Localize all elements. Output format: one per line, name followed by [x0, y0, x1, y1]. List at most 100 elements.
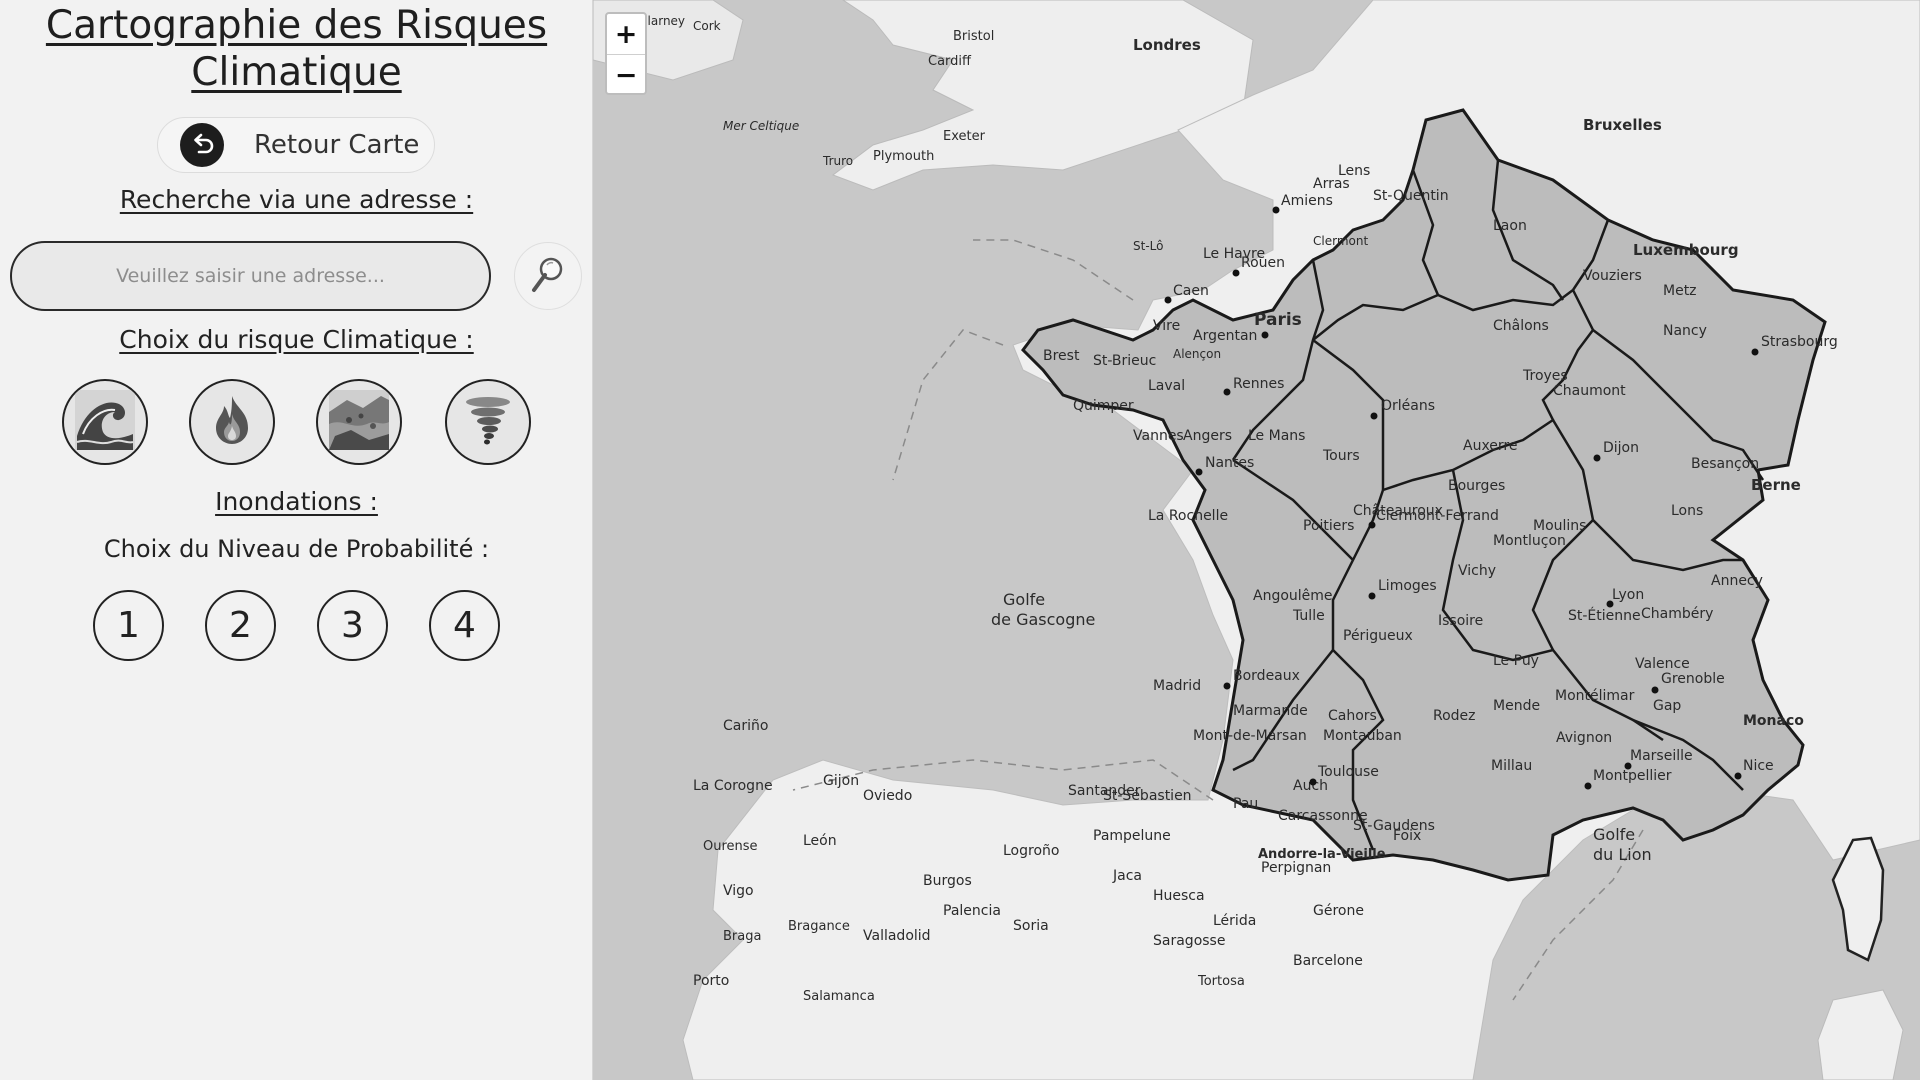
risk-flood-button[interactable] — [62, 379, 148, 465]
svg-text:Angoulême: Angoulême — [1253, 588, 1333, 604]
svg-text:Arras: Arras — [1313, 176, 1350, 192]
page-title-line2: Climatique — [191, 50, 402, 95]
probability-level-4-button[interactable]: 4 — [429, 590, 500, 661]
svg-text:Vigo: Vigo — [723, 883, 754, 899]
svg-text:Auxerre: Auxerre — [1463, 438, 1518, 454]
probability-level-2-button[interactable]: 2 — [205, 590, 276, 661]
svg-text:Besançon: Besançon — [1691, 456, 1759, 472]
svg-text:Le Mans: Le Mans — [1248, 428, 1305, 444]
address-search-input[interactable] — [10, 241, 491, 311]
svg-text:Bourges: Bourges — [1448, 478, 1505, 494]
svg-text:Nice: Nice — [1743, 758, 1774, 774]
map-canvas[interactable]: Paris Clermont-Ferrand Lyon Marseille To… — [593, 0, 1920, 1080]
back-to-map-label: Retour Carte — [254, 130, 420, 160]
sidebar: Cartographie des Risques Climatique Reto… — [0, 0, 593, 1080]
risk-storm-button[interactable] — [445, 379, 531, 465]
svg-text:Jaca: Jaca — [1112, 868, 1142, 884]
svg-text:Grenoble: Grenoble — [1661, 671, 1725, 687]
back-to-map-button[interactable]: Retour Carte — [157, 117, 435, 173]
svg-text:Le Havre: Le Havre — [1203, 246, 1265, 262]
return-arrow-icon — [180, 123, 224, 167]
wave-icon — [75, 390, 135, 454]
svg-text:Laval: Laval — [1148, 378, 1185, 394]
svg-text:Le Puy: Le Puy — [1493, 653, 1539, 669]
zoom-out-button[interactable]: − — [607, 55, 645, 95]
svg-text:Mont-de-Marsan: Mont-de-Marsan — [1193, 728, 1307, 744]
svg-text:Périgueux: Périgueux — [1343, 628, 1413, 644]
svg-text:St-Lô: St-Lô — [1133, 239, 1163, 253]
svg-text:Barcelone: Barcelone — [1293, 953, 1363, 969]
svg-text:St-Sébastien: St-Sébastien — [1103, 788, 1192, 804]
selected-risk-heading: Inondations : — [215, 487, 378, 516]
svg-text:Truro: Truro — [822, 154, 853, 168]
svg-text:Nantes: Nantes — [1205, 455, 1254, 471]
svg-text:Exeter: Exeter — [943, 129, 986, 144]
svg-text:St-Brieuc: St-Brieuc — [1093, 353, 1156, 369]
svg-text:Golfe: Golfe — [1593, 825, 1635, 844]
svg-text:Lons: Lons — [1671, 503, 1703, 519]
svg-text:St-Quentin: St-Quentin — [1373, 188, 1449, 204]
svg-text:Marseille: Marseille — [1630, 748, 1693, 764]
probability-level-1-button[interactable]: 1 — [93, 590, 164, 661]
probability-level-3-button[interactable]: 3 — [317, 590, 388, 661]
svg-text:Marmande: Marmande — [1233, 703, 1308, 719]
svg-text:Braga: Braga — [723, 929, 761, 944]
svg-text:Golfe: Golfe — [1003, 590, 1045, 609]
svg-text:Palencia: Palencia — [943, 903, 1001, 919]
page-title: Cartographie des Risques Climatique — [0, 2, 593, 96]
svg-text:Foix: Foix — [1393, 828, 1421, 844]
svg-text:Argentan: Argentan — [1193, 328, 1257, 344]
svg-text:Tours: Tours — [1322, 448, 1360, 464]
city-label-paris: Paris — [1254, 310, 1302, 330]
search-button[interactable] — [514, 242, 582, 310]
zoom-control: + − — [605, 12, 647, 95]
zoom-in-button[interactable]: + — [607, 14, 645, 54]
svg-text:Valladolid: Valladolid — [863, 928, 931, 944]
magnifier-icon — [526, 252, 570, 300]
svg-text:Laon: Laon — [1493, 218, 1527, 234]
page-title-line1: Cartographie des Risques — [45, 3, 548, 48]
svg-text:Burgos: Burgos — [923, 873, 972, 889]
svg-text:Bordeaux: Bordeaux — [1233, 668, 1300, 684]
svg-text:Bragance: Bragance — [788, 919, 850, 934]
risk-fire-button[interactable] — [189, 379, 275, 465]
svg-text:Pampelune: Pampelune — [1093, 828, 1171, 844]
svg-text:Gap: Gap — [1653, 698, 1681, 714]
map-view[interactable]: Paris Clermont-Ferrand Lyon Marseille To… — [593, 0, 1920, 1080]
svg-text:Gijon: Gijon — [823, 773, 859, 789]
tornado-icon — [458, 390, 518, 454]
svg-text:Mer Celtique: Mer Celtique — [723, 119, 799, 133]
svg-text:Brest: Brest — [1043, 348, 1080, 364]
svg-text:Limoges: Limoges — [1378, 578, 1437, 594]
svg-text:Nancy: Nancy — [1663, 323, 1707, 339]
svg-text:Bruxelles: Bruxelles — [1583, 116, 1662, 134]
svg-text:Andorre-la-Vieille: Andorre-la-Vieille — [1258, 847, 1386, 862]
svg-text:Huesca: Huesca — [1153, 888, 1205, 904]
svg-text:Angers: Angers — [1183, 428, 1232, 444]
svg-text:St-Étienne: St-Étienne — [1568, 607, 1641, 624]
svg-text:Cardiff: Cardiff — [928, 54, 972, 69]
svg-text:Monaco: Monaco — [1743, 713, 1804, 729]
svg-text:Madrid: Madrid — [1153, 678, 1201, 694]
svg-text:Caen: Caen — [1173, 283, 1209, 299]
svg-text:Oviedo: Oviedo — [863, 788, 912, 804]
svg-text:Avignon: Avignon — [1556, 730, 1612, 746]
svg-text:Pau: Pau — [1233, 796, 1258, 812]
svg-text:Montluçon: Montluçon — [1493, 533, 1566, 549]
svg-text:Valence: Valence — [1635, 656, 1690, 672]
svg-text:Perpignan: Perpignan — [1261, 860, 1331, 876]
svg-text:Bristol: Bristol — [953, 29, 994, 44]
svg-text:Tortosa: Tortosa — [1197, 974, 1245, 989]
svg-text:Lyon: Lyon — [1612, 587, 1644, 603]
svg-text:Amiens: Amiens — [1281, 193, 1333, 209]
svg-text:Moulins: Moulins — [1533, 518, 1586, 534]
svg-text:Montélimar: Montélimar — [1555, 688, 1635, 704]
svg-text:Chaumont: Chaumont — [1553, 383, 1626, 399]
svg-text:Clermont: Clermont — [1313, 234, 1368, 248]
svg-text:Vannes: Vannes — [1133, 428, 1184, 444]
risk-landslide-button[interactable] — [316, 379, 402, 465]
svg-text:de Gascogne: de Gascogne — [991, 610, 1095, 629]
svg-text:Strasbourg: Strasbourg — [1761, 334, 1838, 350]
svg-text:La Rochelle: La Rochelle — [1148, 508, 1228, 524]
svg-text:Plymouth: Plymouth — [873, 149, 934, 164]
